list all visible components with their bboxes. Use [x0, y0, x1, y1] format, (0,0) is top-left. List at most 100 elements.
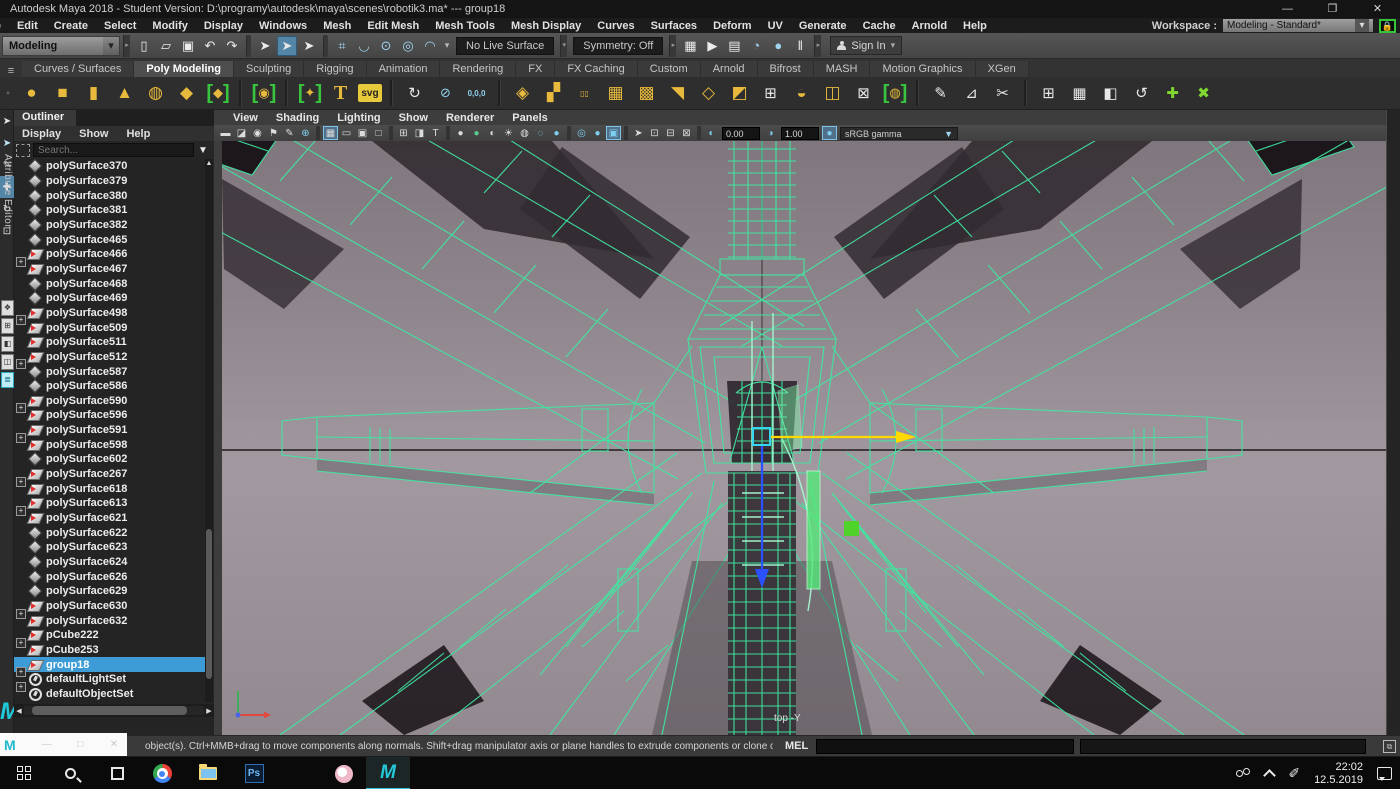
shelf-tab[interactable]: Rigging	[304, 61, 367, 77]
toolbar-separator[interactable]	[697, 126, 701, 140]
hidden-icons-chevron[interactable]	[1263, 769, 1277, 782]
outliner-item[interactable]: polySurface467	[14, 262, 205, 277]
outliner-item[interactable]: polySurface623	[14, 540, 205, 555]
outliner-item[interactable]: polySurface469	[14, 291, 205, 306]
script-editor-icon[interactable]: ⧉	[1383, 739, 1396, 753]
outliner-horizontal-scrollbar[interactable]: ◀ ▶	[14, 704, 214, 717]
shelf-tab[interactable]: XGen	[975, 61, 1029, 77]
shelf-tab[interactable]: Rendering	[440, 61, 517, 77]
sweep-mesh-icon[interactable]: ◉	[250, 80, 277, 107]
maximize-button[interactable]: ❐	[1310, 0, 1355, 18]
render-current-frame-icon[interactable]: ▦	[680, 36, 700, 56]
svg-tool-icon[interactable]: svg	[358, 84, 382, 102]
viewport-canvas[interactable]: top -Y	[222, 141, 1386, 735]
outliner-item[interactable]: defaultLightSet	[14, 672, 205, 692]
menu-set-dropdown[interactable]: Modeling ▾	[2, 35, 120, 56]
menu-item[interactable]: Cache	[855, 20, 904, 32]
bevel-icon[interactable]: ◩	[726, 80, 753, 107]
menu-item[interactable]: Arnold	[904, 20, 955, 32]
task-view-icon[interactable]	[95, 757, 139, 789]
chevron-down-icon[interactable]: ▾	[1355, 19, 1369, 32]
outliner-item[interactable]: polySurface629	[14, 584, 205, 599]
outliner-item[interactable]: polySurface630	[14, 599, 205, 619]
texture-placement-icon[interactable]: ⊠	[679, 126, 694, 140]
boolean-icon[interactable]: ⊞	[757, 80, 784, 107]
live-surface-field[interactable]: No Live Surface	[456, 36, 555, 55]
snap-to-grid-icon[interactable]: ⌗	[332, 36, 352, 56]
poly-cone-icon[interactable]: ▲	[111, 80, 138, 107]
close-button[interactable]: ✕	[1355, 0, 1400, 18]
pink-app-icon[interactable]	[322, 757, 366, 789]
menu-item[interactable]: Windows	[251, 20, 315, 32]
workspace-dropdown[interactable]: Modeling - Standard* ▾	[1223, 19, 1373, 32]
menu-item[interactable]: Help	[955, 20, 995, 32]
minimize-button[interactable]: —	[1265, 0, 1310, 18]
pen-icon[interactable]: ✐	[1288, 765, 1300, 782]
file-explorer-icon[interactable]	[186, 757, 230, 789]
group-collapse-handle[interactable]: ▸	[814, 34, 822, 57]
shelf-options-icon[interactable]: ◦	[0, 88, 16, 99]
gate-mask-icon[interactable]: □	[371, 126, 386, 140]
outliner-item[interactable]: polySurface512	[14, 350, 205, 370]
chrome-icon[interactable]	[140, 757, 184, 789]
project-curve-icon[interactable]: ◫	[819, 80, 846, 107]
mel-label[interactable]: MEL	[785, 740, 808, 752]
outliner-item[interactable]: polySurface465	[14, 232, 205, 247]
resolution-gate-icon[interactable]: ▣	[355, 126, 370, 140]
pause-viewport-icon[interactable]: ‖	[790, 36, 810, 56]
wireframe-icon[interactable]: ●	[453, 126, 468, 140]
outliner-item[interactable]: polySurface632	[14, 613, 205, 628]
poly-torus-icon[interactable]: ◍	[142, 80, 169, 107]
attribute-editor-tab[interactable]: Attribute Editor	[1, 116, 13, 266]
maya-taskbar-icon[interactable]: M	[366, 757, 410, 789]
command-feedback-field[interactable]	[1080, 738, 1367, 754]
outliner-item[interactable]: polySurface379	[14, 174, 205, 189]
separate-icon[interactable]: ▞	[540, 80, 567, 107]
select-by-object-icon[interactable]: ➤	[277, 35, 297, 56]
wedge-icon[interactable]: ◒	[788, 80, 815, 107]
screen-space-ao-icon[interactable]: ◌	[533, 126, 548, 140]
menu-item[interactable]: Modify	[144, 20, 195, 32]
default-material-icon[interactable]: ⊟	[663, 126, 678, 140]
outliner-item[interactable]: polySurface382	[14, 218, 205, 233]
outliner-item[interactable]: polySurface586	[14, 379, 205, 394]
snap-to-curve-icon[interactable]: ◡	[354, 36, 374, 56]
quad-draw-icon[interactable]: ⊠	[850, 80, 877, 107]
menu-item[interactable]: Generate	[791, 20, 855, 32]
outliner-item[interactable]: polySurface622	[14, 525, 205, 540]
outliner-menu-item[interactable]: Show	[71, 128, 116, 140]
wrap-icon[interactable]: ◧	[1097, 80, 1124, 107]
outliner-item[interactable]: polySurface598	[14, 437, 205, 452]
gamma-field[interactable]: 1.00	[781, 126, 819, 140]
toolbar-separator[interactable]	[323, 34, 328, 57]
color-management-icon[interactable]: ●	[822, 126, 837, 140]
cut-faces-icon[interactable]: ✂	[989, 80, 1016, 107]
select-camera-icon[interactable]: ▬	[218, 126, 233, 140]
outliner-item[interactable]: polySurface380	[14, 188, 205, 203]
layout-custom[interactable]: ≣	[1, 372, 14, 388]
menu-item[interactable]: Edit	[9, 20, 46, 32]
outliner-item[interactable]: defaultObjectSet	[14, 687, 205, 702]
outliner-item[interactable]: polySurface590	[14, 394, 205, 414]
outliner-item[interactable]: polySurface591	[14, 423, 205, 443]
layout-four-pane[interactable]: ⊞	[1, 318, 14, 334]
sign-in-button[interactable]: Sign In ▾	[830, 36, 903, 55]
viewport-menu-item[interactable]: View	[224, 112, 267, 124]
outliner-item[interactable]: polySurface621	[14, 511, 205, 526]
wireframe-on-shaded-icon[interactable]: ⊡	[647, 126, 662, 140]
viewport-menu-item[interactable]: Shading	[267, 112, 328, 124]
undo-icon[interactable]: ↶	[200, 36, 220, 56]
photoshop-icon[interactable]: Ps	[232, 757, 276, 789]
select-by-hierarchy-icon[interactable]: ➤	[255, 36, 275, 56]
new-scene-icon[interactable]: ▯	[134, 36, 154, 56]
poly-cube-icon[interactable]: ■	[49, 80, 76, 107]
viewport-renderer-icon[interactable]: ▣	[606, 126, 621, 140]
shelf-separator[interactable]	[239, 80, 242, 106]
start-button[interactable]	[2, 757, 46, 789]
toolbar-separator[interactable]	[567, 126, 571, 140]
outliner-item[interactable]: polySurface626	[14, 569, 205, 584]
subdivide-icon[interactable]: ▩	[633, 80, 660, 107]
snap-to-point-icon[interactable]: ⊙	[376, 36, 396, 56]
scrollbar-thumb[interactable]	[206, 529, 212, 679]
exposure-field[interactable]: 0.00	[722, 126, 760, 140]
